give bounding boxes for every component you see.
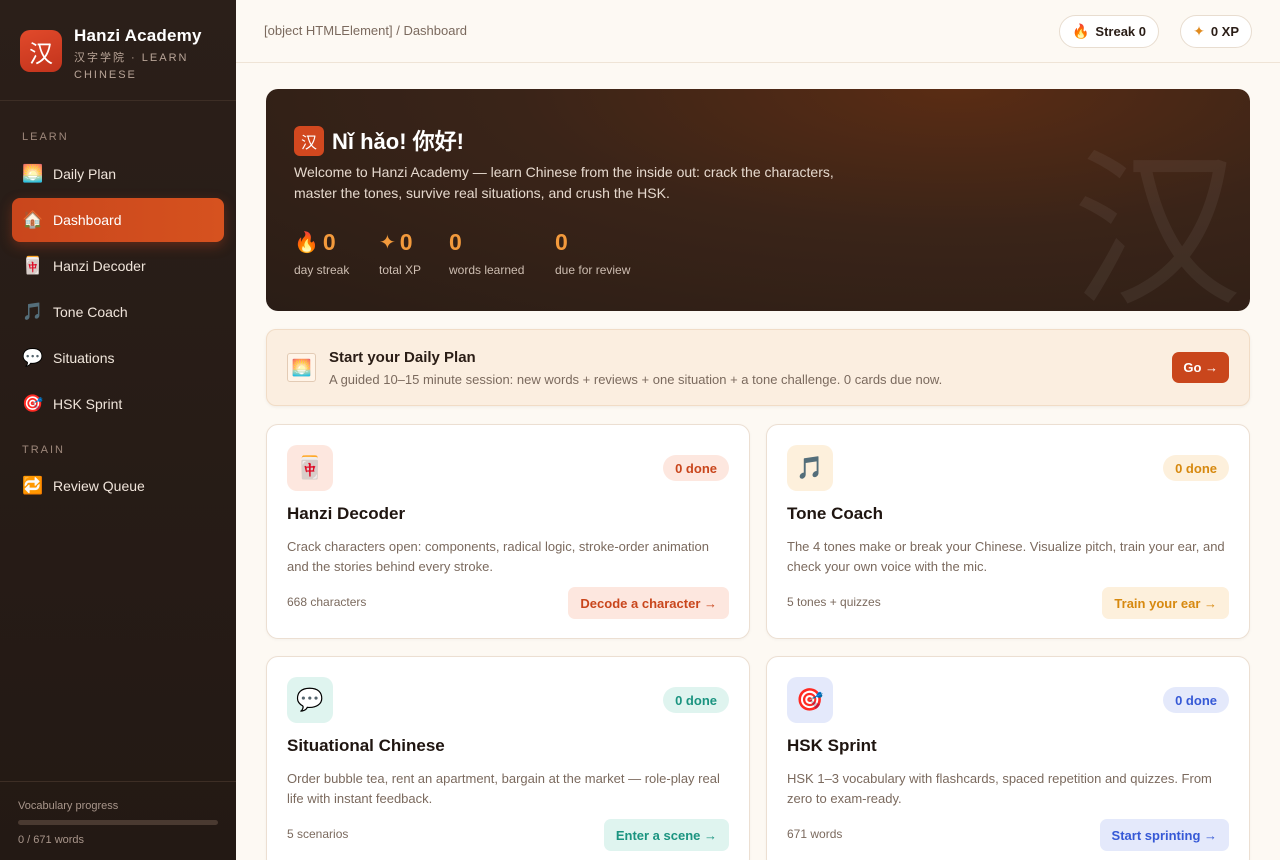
fire-icon: 🔥 <box>294 232 319 254</box>
card-description: The 4 tones make or break your Chinese. … <box>787 539 1225 574</box>
hero-description: Welcome to Hanzi Academy — learn Chinese… <box>294 164 834 201</box>
sunrise-icon: 🌅 <box>22 164 44 183</box>
xp-pill[interactable]: ✦ 0 XP <box>1180 15 1252 48</box>
card-title: HSK Sprint <box>787 736 877 755</box>
done-badge: 0 done <box>663 687 729 713</box>
stat-day-streak: 🔥 0 day streak <box>294 229 349 277</box>
music-note-icon: 🎵 <box>22 302 44 321</box>
sidebar-item-label: Tone Coach <box>53 304 128 320</box>
speech-bubble-icon: 💬 <box>287 677 333 723</box>
stat-label: total XP <box>379 263 422 277</box>
xp-label: 0 XP <box>1210 24 1239 39</box>
music-note-icon: 🎵 <box>787 445 833 491</box>
watermark-character: 汉 <box>1071 133 1242 311</box>
topbar: [object HTMLElement] / Dashboard 🔥 Strea… <box>236 0 1280 63</box>
vocab-progress-label: Vocabulary progress <box>18 800 119 812</box>
decode-character-button[interactable]: Decode a character → <box>568 587 729 619</box>
card-title: Hanzi Decoder <box>287 504 406 523</box>
plan-title: Start your Daily Plan <box>329 349 476 366</box>
stat-label: due for review <box>555 263 631 277</box>
card-description: Crack characters open: components, radic… <box>287 539 709 574</box>
stat-value: 0 <box>322 229 336 255</box>
fire-icon: 🔥 <box>1071 23 1090 39</box>
vocab-count: 0 / 671 words <box>18 834 85 846</box>
stat-value: 0 <box>399 229 413 255</box>
streak-pill[interactable]: 🔥 Streak 0 <box>1058 15 1159 48</box>
sidebar-item-label: HSK Sprint <box>53 396 123 412</box>
sidebar-item-tone-coach[interactable]: 🎵 Tone Coach <box>12 290 224 334</box>
card-hanzi-decoder[interactable]: 🀄 0 done Hanzi Decoder Crack characters … <box>266 424 750 639</box>
vocab-progress-bar <box>18 820 218 825</box>
card-tone-coach[interactable]: 🎵 0 done Tone Coach The 4 tones make or … <box>766 424 1250 639</box>
sidebar-item-label: Situations <box>53 350 115 366</box>
target-icon: 🎯 <box>787 677 833 723</box>
sidebar-item-situations[interactable]: 💬 Situations <box>12 336 224 380</box>
stat-value: 0 <box>449 229 462 255</box>
vocabulary-progress: Vocabulary progress 0 / 671 words <box>0 781 236 860</box>
start-sprinting-button[interactable]: Start sprinting → <box>1099 819 1229 851</box>
card-description: HSK 1–3 vocabulary with flashcards, spac… <box>787 771 1212 806</box>
card-title: Situational Chinese <box>287 736 445 755</box>
sidebar-item-label: Review Queue <box>53 478 145 494</box>
hero-title: Nǐ hǎo! 你好! <box>332 129 464 154</box>
target-icon: 🎯 <box>22 394 44 413</box>
sparkle-icon: ✦ <box>1193 23 1205 39</box>
sparkle-icon: ✦ <box>379 232 396 254</box>
sidebar: 汉 Hanzi Academy 汉字学院 · LEARN CHINESE LEA… <box>0 0 236 860</box>
sidebar-item-dashboard[interactable]: 🏠 Dashboard <box>12 198 224 242</box>
train-ear-button[interactable]: Train your ear → <box>1102 587 1229 619</box>
nav-section-train: TRAIN <box>22 444 65 456</box>
sidebar-item-hanzi-decoder[interactable]: 🀄 Hanzi Decoder <box>12 244 224 288</box>
sidebar-item-label: Hanzi Decoder <box>53 258 146 274</box>
card-situational-chinese[interactable]: 💬 0 done Situational Chinese Order bubbl… <box>266 656 750 860</box>
sidebar-item-hsk-sprint[interactable]: 🎯 HSK Sprint <box>12 382 224 426</box>
enter-scene-button[interactable]: Enter a scene → <box>603 819 729 851</box>
sidebar-item-label: Dashboard <box>53 212 122 228</box>
mahjong-icon: 🀄 <box>22 256 44 275</box>
house-icon: 🏠 <box>22 210 44 229</box>
speech-bubble-icon: 💬 <box>22 348 44 367</box>
done-badge: 0 done <box>1163 455 1229 481</box>
stat-due-for-review: 0 due for review <box>555 229 630 277</box>
nav-section-learn: LEARN <box>22 131 69 143</box>
card-meta: 671 words <box>787 827 843 841</box>
logo-icon: 汉 <box>20 30 62 72</box>
sidebar-item-label: Daily Plan <box>53 166 117 182</box>
done-badge: 0 done <box>1163 687 1229 713</box>
card-description: Order bubble tea, rent an apartment, bar… <box>287 771 720 806</box>
card-meta: 668 characters <box>287 595 367 609</box>
done-badge: 0 done <box>663 455 729 481</box>
daily-plan-banner[interactable]: 🌅 Start your Daily Plan A guided 10–15 m… <box>266 329 1250 406</box>
stat-value: 0 <box>555 229 568 255</box>
stat-label: day streak <box>294 263 350 277</box>
card-hsk-sprint[interactable]: 🎯 0 done HSK Sprint HSK 1–3 vocabulary w… <box>766 656 1250 860</box>
stat-words-learned: 0 words learned <box>449 229 524 277</box>
go-button[interactable]: Go → <box>1172 352 1229 383</box>
plan-description: A guided 10–15 minute session: new words… <box>329 372 943 387</box>
card-meta: 5 tones + quizzes <box>787 595 881 609</box>
sidebar-item-review-queue[interactable]: 🔁 Review Queue <box>12 464 224 508</box>
hanzi-badge-icon: 汉 <box>294 126 324 156</box>
mahjong-icon: 🀄 <box>287 445 333 491</box>
streak-label: Streak 0 <box>1095 24 1146 39</box>
sidebar-item-daily-plan[interactable]: 🌅 Daily Plan <box>12 152 224 196</box>
card-meta: 5 scenarios <box>287 827 349 841</box>
repeat-icon: 🔁 <box>22 476 44 495</box>
app-subtitle: 汉字学院 · LEARN CHINESE <box>74 52 189 81</box>
stat-label: words learned <box>449 263 525 277</box>
app-title: Hanzi Academy <box>74 26 202 45</box>
card-title: Tone Coach <box>787 504 884 523</box>
brand: 汉 Hanzi Academy 汉字学院 · LEARN CHINESE <box>0 0 236 101</box>
stat-total-xp: ✦ 0 total XP <box>379 229 421 277</box>
sunrise-icon: 🌅 <box>287 353 316 382</box>
welcome-hero: 汉 汉 Nǐ hǎo! 你好! Welcome to Hanzi Academy… <box>266 89 1250 311</box>
breadcrumb: [object HTMLElement] / Dashboard <box>264 23 468 38</box>
